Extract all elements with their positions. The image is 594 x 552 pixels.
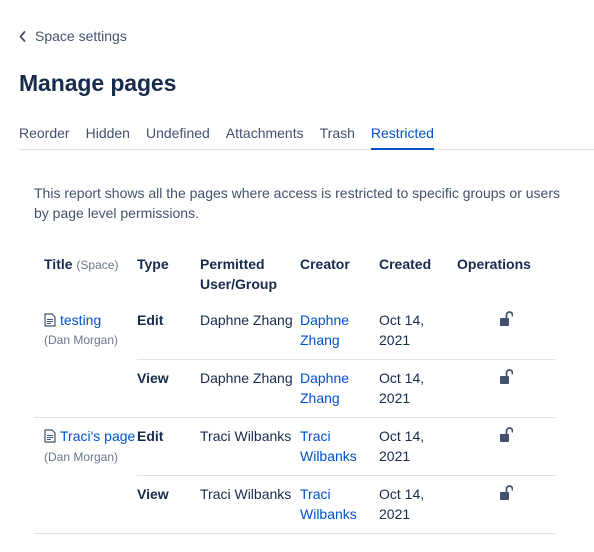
page-icon (44, 429, 56, 443)
tab-bar: Reorder Hidden Undefined Attachments Tra… (19, 125, 594, 150)
permitted-user: Daphne Zhang (200, 302, 300, 360)
restriction-type: Edit (137, 417, 200, 476)
column-header-title-label: Title (44, 256, 73, 272)
column-header-creator: Creator (300, 256, 350, 272)
tab-restricted[interactable]: Restricted (370, 125, 434, 150)
created-date: Oct 14, 2021 (379, 475, 457, 534)
creator-cell: Traci Wilbanks (300, 475, 379, 534)
table-row: Traci's page (Dan Morgan) Edit Traci Wil… (34, 417, 555, 534)
permitted-user: Traci Wilbanks (200, 475, 300, 534)
unlock-icon[interactable] (499, 369, 513, 385)
page-title: Manage pages (19, 70, 177, 96)
column-header-operations: Operations (457, 256, 531, 272)
tab-attachments[interactable]: Attachments (226, 125, 304, 150)
restriction-type: Edit (137, 302, 200, 360)
page-icon (44, 313, 56, 327)
created-date: Oct 14, 2021 (379, 302, 457, 360)
operations-cell (457, 417, 555, 476)
back-to-space-settings-link[interactable]: Space settings (19, 28, 127, 44)
page-title-cell: testing (Dan Morgan) (34, 302, 137, 418)
chevron-left-icon (19, 30, 26, 42)
created-date: Oct 14, 2021 (379, 359, 457, 418)
permitted-user: Traci Wilbanks (200, 417, 300, 476)
creator-cell: Daphne Zhang (300, 302, 379, 360)
column-header-space-hint: (Space) (76, 258, 119, 272)
back-link-label: Space settings (35, 28, 127, 44)
column-header-permitted: Permitted User/Group (200, 256, 278, 292)
unlock-icon[interactable] (499, 485, 513, 501)
operations-cell (457, 302, 555, 360)
page-space-name: (Dan Morgan) (44, 450, 119, 464)
creator-link[interactable]: Traci Wilbanks (300, 486, 357, 522)
created-date: Oct 14, 2021 (379, 417, 457, 476)
tab-reorder[interactable]: Reorder (19, 125, 70, 150)
operations-cell (457, 359, 555, 418)
restriction-type: View (137, 475, 200, 534)
unlock-icon[interactable] (499, 427, 513, 443)
page-link-tracis-page[interactable]: Traci's page (60, 428, 135, 444)
tab-hidden[interactable]: Hidden (86, 125, 130, 150)
table-row: testing (Dan Morgan) Edit Daphne Zhang D… (34, 302, 555, 418)
unlock-icon[interactable] (499, 311, 513, 327)
restriction-type: View (137, 359, 200, 418)
page-title-cell: Traci's page (Dan Morgan) (34, 417, 137, 534)
operations-cell (457, 475, 555, 534)
column-header-type: Type (137, 256, 169, 272)
creator-link[interactable]: Traci Wilbanks (300, 428, 357, 464)
page-link-testing[interactable]: testing (60, 312, 101, 328)
creator-link[interactable]: Daphne Zhang (300, 312, 349, 348)
column-header-created: Created (379, 256, 432, 272)
creator-cell: Daphne Zhang (300, 359, 379, 418)
creator-link[interactable]: Daphne Zhang (300, 370, 349, 406)
column-header-title: Title (Space) (34, 254, 137, 302)
page-space-name: (Dan Morgan) (44, 333, 119, 347)
creator-cell: Traci Wilbanks (300, 417, 379, 476)
tab-trash[interactable]: Trash (320, 125, 355, 150)
restricted-pages-table: Title (Space) Type Permitted User/Group … (34, 254, 555, 534)
tab-undefined[interactable]: Undefined (146, 125, 210, 150)
table-header-row: Title (Space) Type Permitted User/Group … (34, 254, 555, 302)
report-description: This report shows all the pages where ac… (34, 185, 561, 221)
permitted-user: Daphne Zhang (200, 359, 300, 418)
